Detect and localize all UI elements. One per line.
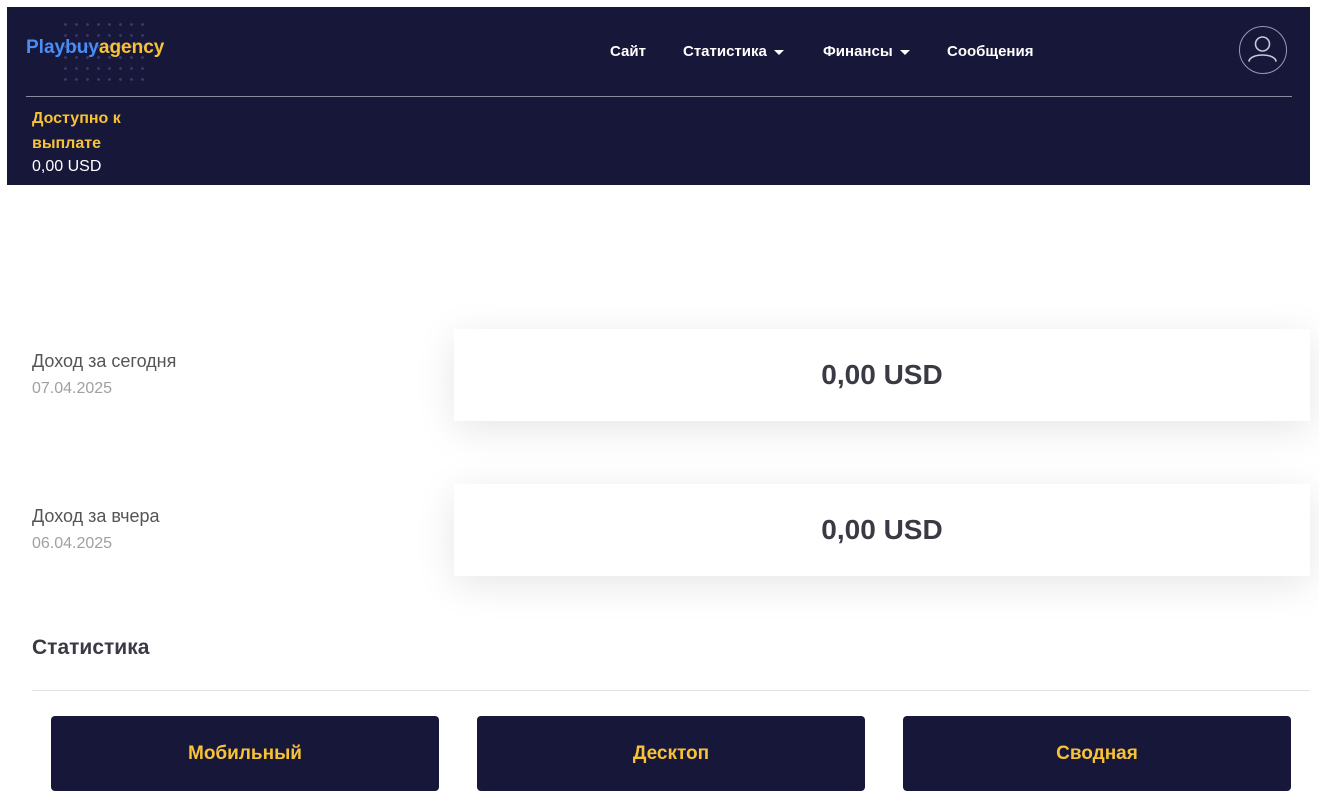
summary-stats-button[interactable]: Сводная: [903, 716, 1291, 791]
payout-value: 0,00 USD: [32, 158, 102, 175]
desktop-stats-button[interactable]: Десктоп: [477, 716, 865, 791]
income-today-date: 07.04.2025: [32, 380, 113, 397]
income-yesterday-date: 06.04.2025: [32, 535, 113, 552]
nav-item-messages[interactable]: Сообщения: [947, 43, 1033, 60]
nav-item-site[interactable]: Сайт: [610, 43, 646, 60]
statistics-divider: [32, 690, 1310, 691]
user-icon: [1248, 36, 1277, 62]
user-avatar-button[interactable]: [1239, 26, 1287, 74]
header-divider: [26, 96, 1292, 97]
button-label: Мобильный: [188, 742, 302, 764]
income-yesterday-card: 0,00 USD: [454, 484, 1310, 576]
income-yesterday-value: 0,00 USD: [821, 514, 943, 545]
nav-item-label: Сайт: [610, 43, 646, 60]
nav-item-label: Сообщения: [947, 43, 1034, 60]
top-header: Playbuyagency Сайт Статистика Финансы Со…: [7, 7, 1310, 185]
income-today-value: 0,00 USD: [821, 359, 943, 390]
income-yesterday-label: Доход за вчера: [32, 506, 160, 526]
main-nav: Сайт Статистика Финансы Сообщения: [7, 43, 1310, 63]
nav-item-label: Финансы: [823, 43, 893, 60]
mobile-stats-button[interactable]: Мобильный: [51, 716, 439, 791]
nav-item-statistics[interactable]: Статистика: [683, 43, 784, 60]
income-today-label: Доход за сегодня: [32, 351, 177, 371]
button-label: Десктоп: [632, 742, 710, 764]
chevron-down-icon: [773, 49, 784, 55]
button-label: Сводная: [1056, 742, 1138, 764]
payout-label: Доступно к выплате: [32, 110, 121, 152]
income-today-card: 0,00 USD: [454, 329, 1310, 421]
nav-item-finance[interactable]: Финансы: [823, 43, 910, 60]
statistics-title: Статистика: [32, 636, 150, 659]
nav-item-label: Статистика: [683, 43, 767, 60]
chevron-down-icon: [899, 49, 910, 55]
